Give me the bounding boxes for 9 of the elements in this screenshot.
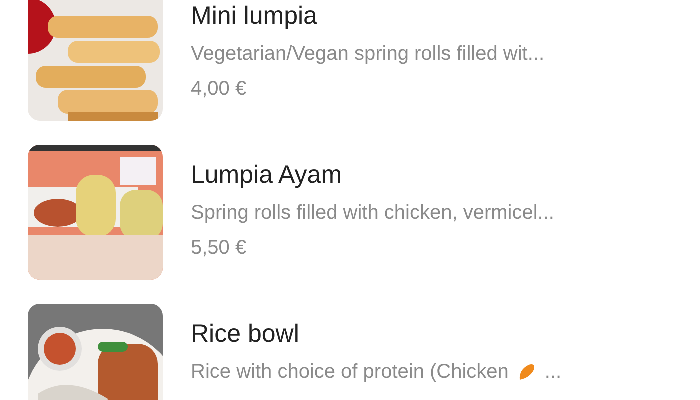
item-price: 5,50 € <box>191 236 248 261</box>
item-title: Lumpia Ayam <box>191 160 344 191</box>
ellipsis: ... <box>544 360 562 385</box>
item-title: Rice bowl <box>191 319 300 350</box>
item-title: Mini lumpia <box>191 1 318 32</box>
item-price: 4,00 € <box>191 77 248 102</box>
item-description: Rice with choice of protein (Chicken <box>191 360 509 385</box>
item-description: Spring rolls filled with chicken, vermicel... <box>191 201 554 226</box>
item-description: Vegetarian/Vegan spring rolls filled wit... <box>191 42 545 67</box>
